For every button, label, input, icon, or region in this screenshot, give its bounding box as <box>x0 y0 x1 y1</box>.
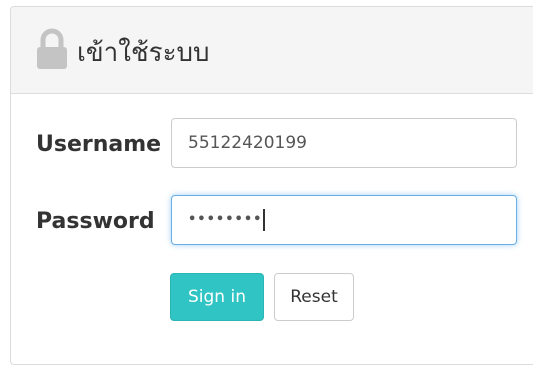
lock-icon <box>35 27 69 71</box>
login-panel: เข้าใช้ระบบ Username 55122420199 Passwor… <box>10 6 533 365</box>
password-input[interactable]: •••••••• <box>171 195 517 245</box>
username-input[interactable]: 55122420199 <box>171 118 517 168</box>
password-value: •••••••• <box>188 212 263 227</box>
password-label: Password <box>36 209 155 234</box>
panel-title: เข้าใช้ระบบ <box>77 38 210 68</box>
reset-button[interactable]: Reset <box>274 273 354 321</box>
text-cursor <box>263 208 266 231</box>
signin-button[interactable]: Sign in <box>170 273 264 321</box>
username-label: Username <box>36 132 162 157</box>
panel-heading: เข้าใช้ระบบ <box>11 7 533 94</box>
